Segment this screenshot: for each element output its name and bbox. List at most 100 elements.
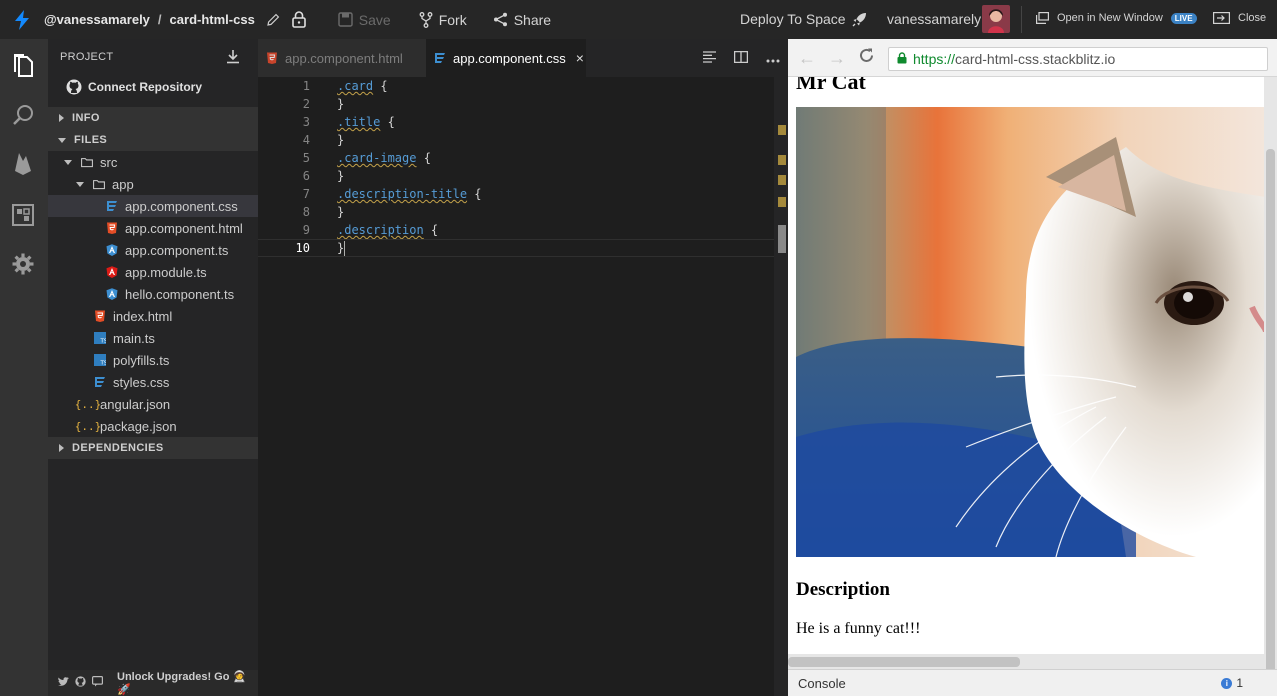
tree-file-hello-component-ts[interactable]: hello.component.ts (48, 283, 258, 305)
editor-scrollbar-minimap[interactable] (774, 77, 788, 696)
lock-icon[interactable] (291, 11, 306, 28)
tree-file-app-component-ts[interactable]: app.component.ts (48, 239, 258, 261)
tree-label: app.module.ts (125, 264, 207, 280)
console-info-count[interactable]: i 1 (1221, 676, 1243, 690)
tab-app-component-css[interactable]: app.component.css × (426, 39, 586, 77)
css-brace: { (373, 79, 388, 93)
editor-actions (703, 39, 780, 77)
tree-file-package-json[interactable]: {..} package.json (48, 415, 258, 437)
vertical-scroll-thumb[interactable] (1266, 149, 1275, 689)
twitter-icon[interactable] (58, 676, 69, 690)
expanded-arrow-icon (76, 181, 84, 187)
download-icon[interactable] (226, 49, 240, 67)
connect-repository-button[interactable]: Connect Repository (48, 75, 258, 99)
breadcrumb-owner[interactable]: @vanessamarely (44, 12, 150, 27)
fork-button[interactable]: Fork (419, 12, 467, 28)
tree-file-app-module-ts[interactable]: app.module.ts (48, 261, 258, 283)
tree-label: main.ts (113, 330, 155, 346)
css-brace: { (416, 151, 431, 165)
info-section-header[interactable]: INFO (48, 107, 258, 129)
css-selector: .description (337, 223, 424, 237)
share-label: Share (513, 11, 552, 28)
horizontal-scroll-thumb[interactable] (788, 657, 1020, 667)
description-text: He is a funny cat!!! (796, 620, 921, 637)
avatar[interactable] (982, 5, 1010, 33)
tree-folder-src[interactable]: src (48, 151, 258, 173)
tree-file-angular-json[interactable]: {..} angular.json (48, 393, 258, 415)
url-bar[interactable]: https://card-html-css.stackblitz.io (888, 47, 1268, 71)
angular-file-icon (106, 244, 118, 256)
code-editor: app.component.html app.component.css × 1… (258, 39, 788, 696)
format-lines-icon[interactable] (703, 50, 716, 66)
code-line: 4} (258, 131, 774, 149)
html-file-icon (266, 52, 278, 64)
folder-icon (81, 156, 93, 168)
activity-bar (0, 39, 48, 696)
close-tab-icon[interactable]: × (576, 50, 584, 66)
reload-icon[interactable] (858, 47, 875, 69)
url-host: card-html-css.stackblitz.io (955, 51, 1116, 67)
split-editor-icon[interactable] (733, 50, 749, 66)
tree-file-polyfills-ts[interactable]: TS polyfills.ts (48, 349, 258, 371)
settings-gear-icon[interactable] (9, 250, 37, 278)
code-area[interactable]: 1 .card { 2} 3 .title { 4} 5 .card-image { … (258, 77, 774, 696)
folder-icon (93, 178, 105, 190)
tree-label: app.component.html (125, 220, 243, 236)
more-options-icon[interactable] (766, 50, 780, 66)
dependencies-section-header[interactable]: DEPENDENCIES (48, 437, 258, 459)
tab-label: app.component.html (285, 50, 403, 66)
search-icon[interactable] (9, 101, 37, 129)
share-button[interactable]: Share (493, 12, 551, 28)
text-cursor (344, 240, 346, 256)
line-number: 4 (302, 133, 310, 147)
console-count: 1 (1236, 676, 1243, 690)
github-icon[interactable] (75, 676, 86, 690)
preview-browser-bar: ← → https://card-html-css.stackblitz.io (788, 39, 1277, 77)
css-brace: { (380, 115, 395, 129)
files-section-header[interactable]: FILES (48, 129, 258, 151)
preview-pane: ← → https://card-html-css.stackblitz.io … (788, 39, 1277, 696)
save-button[interactable]: Save (338, 12, 391, 28)
tab-label: app.component.css (453, 50, 566, 66)
stackblitz-logo-icon[interactable] (0, 0, 44, 39)
tree-label: styles.css (113, 374, 170, 390)
breadcrumb-project[interactable]: card-html-css (170, 12, 255, 27)
topbar-divider (1021, 6, 1022, 33)
stackblitz-app: @vanessamarely / card-html-css Save Fork… (0, 0, 1277, 696)
preview-horizontal-scrollbar[interactable] (788, 654, 1264, 669)
username[interactable]: vanessamarely (887, 11, 981, 27)
preview-viewport[interactable]: Mr Cat Description He is a funny cat!!! (788, 77, 1264, 669)
back-arrow-icon[interactable]: ← (798, 48, 816, 69)
chat-icon[interactable] (92, 676, 104, 690)
forward-arrow-icon[interactable]: → (828, 48, 846, 69)
tree-file-app-component-css[interactable]: app.component.css (48, 195, 258, 217)
edit-pencil-icon[interactable] (267, 13, 280, 26)
tree-file-app-component-html[interactable]: app.component.html (48, 217, 258, 239)
console-label: Console (798, 675, 846, 691)
open-new-window-button[interactable]: Open in New Window LIVE (1036, 12, 1197, 24)
fork-label: Fork (438, 11, 467, 28)
deploy-to-space-button[interactable]: Deploy To Space (740, 11, 867, 27)
tree-file-main-ts[interactable]: TS main.ts (48, 327, 258, 349)
tree-file-styles-css[interactable]: styles.css (48, 371, 258, 393)
console-bar[interactable]: Console i 1 (788, 669, 1277, 696)
explorer-icon[interactable] (9, 51, 37, 79)
tree-folder-app[interactable]: app (48, 173, 258, 195)
tab-app-component-html[interactable]: app.component.html (258, 39, 426, 77)
tree-file-index-html[interactable]: index.html (48, 305, 258, 327)
extensions-icon[interactable] (9, 201, 37, 229)
deploy-label: Deploy To Space (740, 11, 846, 27)
firebase-icon[interactable] (9, 149, 37, 177)
preview-vertical-scrollbar[interactable] (1264, 77, 1277, 689)
info-section-label: INFO (72, 112, 100, 124)
minimap-viewport[interactable] (778, 225, 786, 253)
live-badge: LIVE (1170, 12, 1197, 24)
github-icon (66, 79, 82, 95)
close-preview-button[interactable]: Close (1213, 12, 1266, 24)
code-line: 3 .title { (258, 113, 774, 131)
angular-file-icon (106, 266, 118, 278)
fork-icon (419, 11, 433, 28)
minimap-marker (778, 197, 786, 207)
svg-text:TS: TS (100, 361, 107, 367)
upgrade-link[interactable]: Unlock Upgrades! Go 🧑‍🚀🚀 (117, 670, 258, 696)
